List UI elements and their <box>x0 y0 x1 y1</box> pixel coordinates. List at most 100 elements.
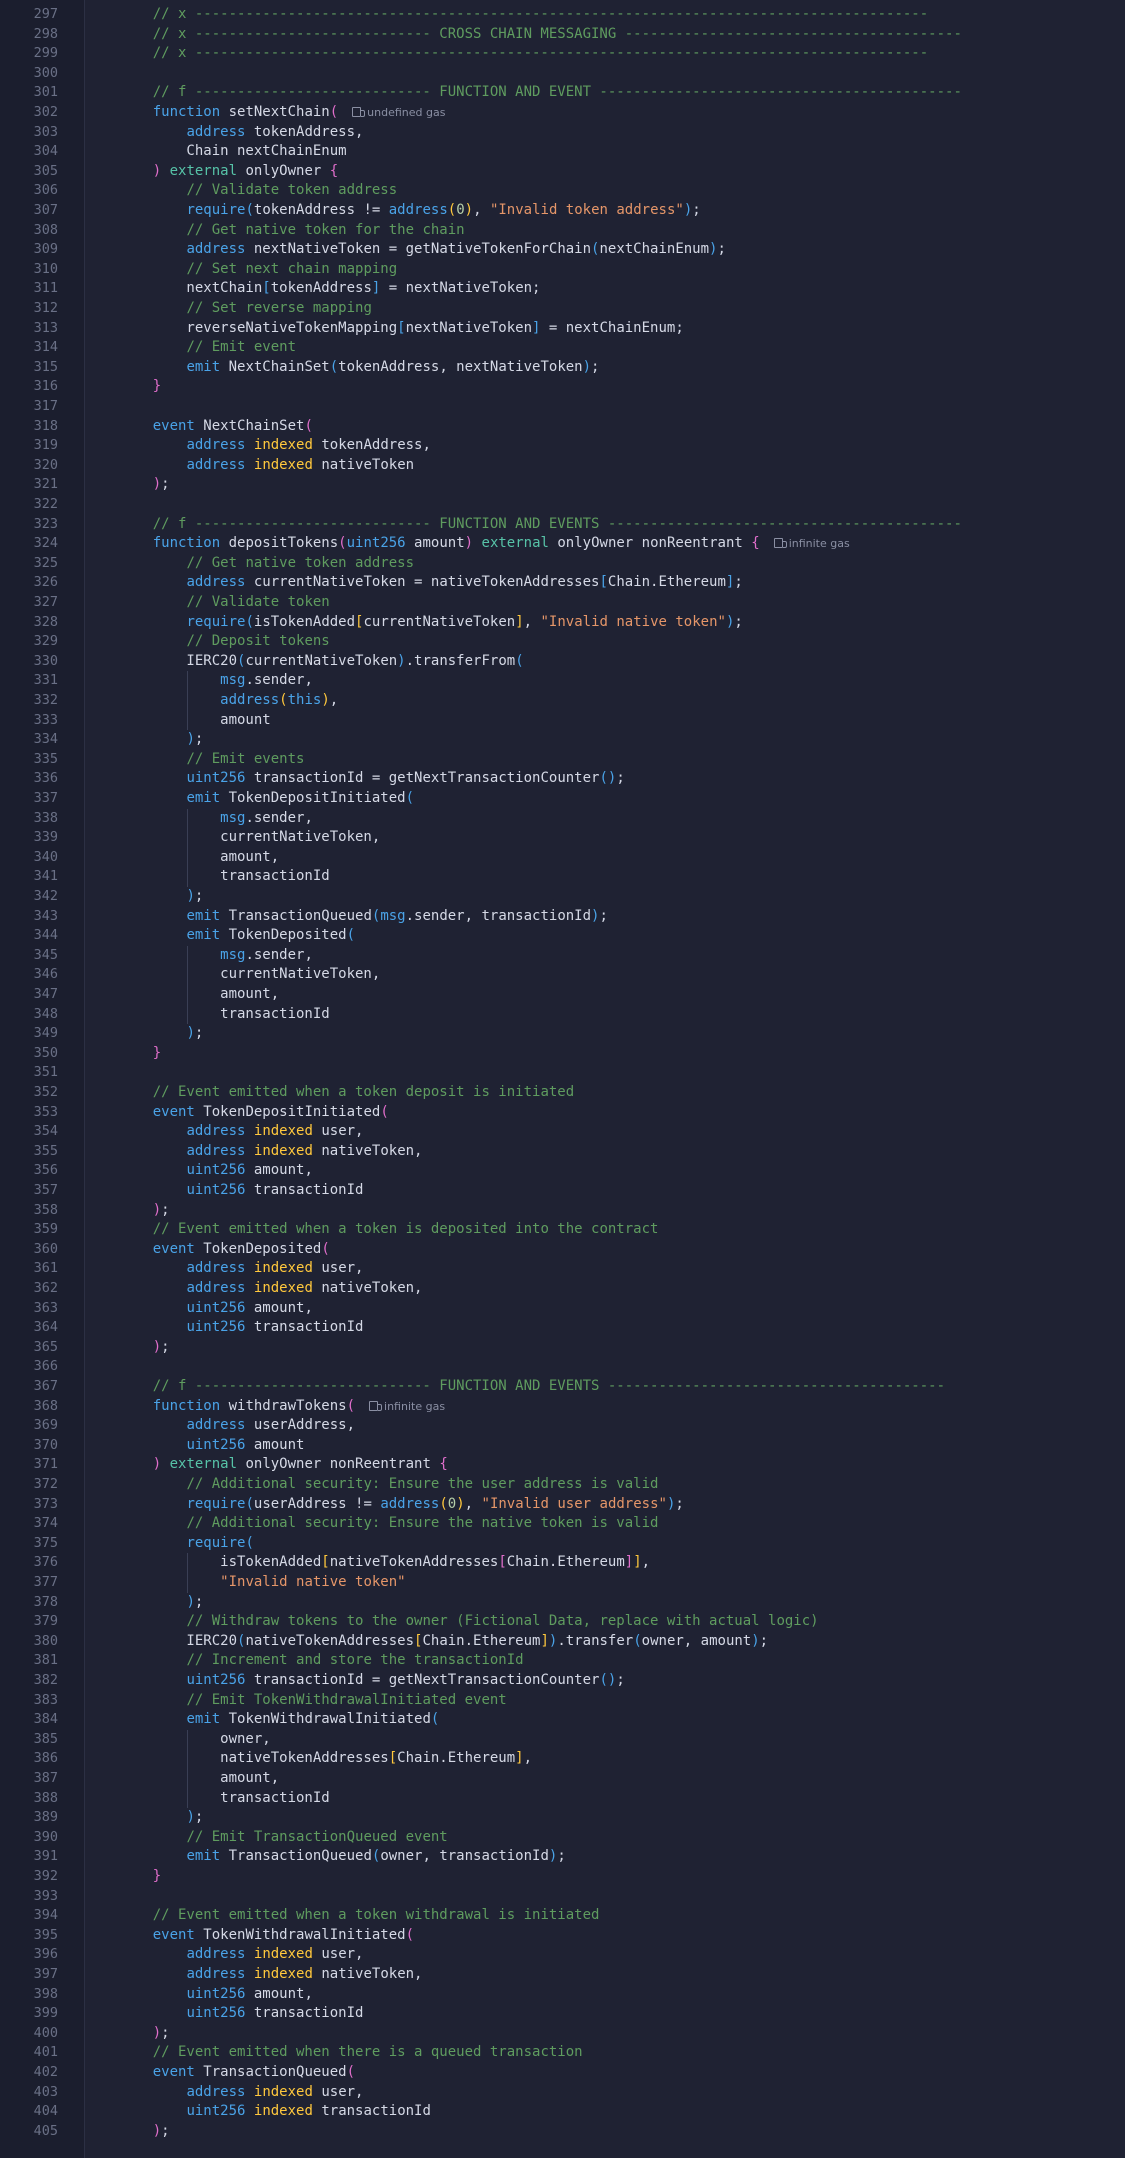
code-text[interactable]: amount, <box>119 985 279 1005</box>
code-text[interactable]: emit NextChainSet(tokenAddress, nextNati… <box>119 358 599 378</box>
code-text[interactable]: uint256 indexed transactionId <box>119 2102 430 2122</box>
code-line[interactable]: 303 address tokenAddress, <box>0 123 1125 143</box>
code-text[interactable]: address currentNativeToken = nativeToken… <box>119 573 742 593</box>
code-text[interactable]: emit TransactionQueued(owner, transactio… <box>119 1847 565 1867</box>
code-line[interactable]: 395 event TokenWithdrawalInitiated( <box>0 1926 1125 1946</box>
code-line[interactable]: 327 // Validate token <box>0 593 1125 613</box>
gas-estimate-hint[interactable]: infinite gas <box>773 534 850 554</box>
code-text[interactable]: emit TokenDepositInitiated( <box>119 789 414 809</box>
code-line[interactable]: 394 // Event emitted when a token withdr… <box>0 1906 1125 1926</box>
code-line[interactable]: 392 } <box>0 1867 1125 1887</box>
code-text[interactable]: reverseNativeTokenMapping[nextNativeToke… <box>119 319 683 339</box>
code-line[interactable]: 307 require(tokenAddress != address(0), … <box>0 201 1125 221</box>
code-line[interactable]: 329 // Deposit tokens <box>0 632 1125 652</box>
code-line[interactable]: 366 <box>0 1357 1125 1377</box>
code-line[interactable]: 360 event TokenDeposited( <box>0 1240 1125 1260</box>
code-line[interactable]: 305 ) external onlyOwner { <box>0 162 1125 182</box>
code-line[interactable]: 403 address indexed user, <box>0 2083 1125 2103</box>
code-line[interactable]: 324 function depositTokens(uint256 amoun… <box>0 534 1125 554</box>
code-line[interactable]: 368 function withdrawTokens(infinite gas <box>0 1397 1125 1417</box>
code-line[interactable]: 320 address indexed nativeToken <box>0 456 1125 476</box>
code-text[interactable]: emit TokenWithdrawalInitiated( <box>119 1710 439 1730</box>
code-line[interactable]: 311 nextChain[tokenAddress] = nextNative… <box>0 279 1125 299</box>
code-line[interactable]: 383 // Emit TokenWithdrawalInitiated eve… <box>0 1691 1125 1711</box>
code-text[interactable]: // Withdraw tokens to the owner (Fiction… <box>119 1612 818 1632</box>
code-line[interactable]: 374 // Additional security: Ensure the n… <box>0 1514 1125 1534</box>
code-line[interactable]: 370 uint256 amount <box>0 1436 1125 1456</box>
code-text[interactable]: event TokenDeposited( <box>119 1240 330 1260</box>
code-text[interactable]: event NextChainSet( <box>119 417 313 437</box>
code-text[interactable]: msg.sender, <box>119 946 313 966</box>
code-text[interactable]: // Emit event <box>119 338 296 358</box>
code-text[interactable]: "Invalid native token" <box>119 1573 405 1593</box>
code-text[interactable]: // x -----------------------------------… <box>119 5 928 25</box>
code-text[interactable]: address nextNativeToken = getNativeToken… <box>119 240 725 260</box>
code-line[interactable]: 350 } <box>0 1044 1125 1064</box>
code-line[interactable]: 387 amount, <box>0 1769 1125 1789</box>
code-text[interactable]: event TransactionQueued( <box>119 2063 355 2083</box>
code-text[interactable]: // f ---------------------------- FUNCTI… <box>119 83 962 103</box>
code-line[interactable]: 378 ); <box>0 1593 1125 1613</box>
code-line[interactable]: 385 owner, <box>0 1729 1125 1750</box>
code-text[interactable]: address indexed user, <box>119 1122 363 1142</box>
code-line[interactable]: 317 <box>0 397 1125 417</box>
code-text[interactable]: uint256 transactionId = getNextTransacti… <box>119 1671 624 1691</box>
code-line[interactable]: 302 function setNextChain(undefined gas <box>0 103 1125 123</box>
gas-estimate-hint[interactable]: undefined gas <box>352 103 445 123</box>
code-line[interactable]: 354 address indexed user, <box>0 1122 1125 1142</box>
code-line[interactable]: 398 uint256 amount, <box>0 1985 1125 2005</box>
code-line[interactable]: 322 <box>0 495 1125 515</box>
code-text[interactable]: address indexed nativeToken, <box>119 1279 422 1299</box>
code-line[interactable]: 372 // Additional security: Ensure the u… <box>0 1475 1125 1495</box>
code-line[interactable]: 331 msg.sender, <box>0 671 1125 691</box>
code-text[interactable]: msg.sender, <box>119 671 313 691</box>
code-line[interactable]: 369 address userAddress, <box>0 1416 1125 1436</box>
code-line[interactable]: 337 emit TokenDepositInitiated( <box>0 789 1125 809</box>
code-line[interactable]: 356 uint256 amount, <box>0 1161 1125 1181</box>
code-line[interactable]: 333 amount <box>0 710 1125 731</box>
code-text[interactable]: ); <box>119 475 170 495</box>
code-line[interactable]: 381 // Increment and store the transacti… <box>0 1651 1125 1671</box>
code-text[interactable]: // Event emitted when a token withdrawal… <box>119 1906 600 1926</box>
code-text[interactable]: // f ---------------------------- FUNCTI… <box>119 1377 945 1397</box>
code-text[interactable]: currentNativeToken, <box>119 965 380 985</box>
code-text[interactable]: // Validate token <box>119 593 329 613</box>
code-line[interactable]: 362 address indexed nativeToken, <box>0 1279 1125 1299</box>
code-text[interactable]: amount, <box>119 848 279 868</box>
gas-estimate-hint[interactable]: infinite gas <box>369 1397 445 1417</box>
code-line[interactable]: 318 event NextChainSet( <box>0 417 1125 437</box>
code-text[interactable]: ); <box>119 1338 170 1358</box>
code-text[interactable]: uint256 amount <box>119 1436 304 1456</box>
code-line[interactable]: 391 emit TransactionQueued(owner, transa… <box>0 1847 1125 1867</box>
code-line[interactable]: 375 require( <box>0 1534 1125 1554</box>
code-line[interactable]: 301 // f ---------------------------- FU… <box>0 83 1125 103</box>
code-text[interactable]: // Set reverse mapping <box>119 299 371 319</box>
code-text[interactable]: // Validate token address <box>119 181 397 201</box>
code-line[interactable]: 323 // f ---------------------------- FU… <box>0 515 1125 535</box>
code-text[interactable]: ) external onlyOwner { <box>119 162 338 182</box>
code-line[interactable]: 310 // Set next chain mapping <box>0 260 1125 280</box>
code-line[interactable]: 386 nativeTokenAddresses[Chain.Ethereum]… <box>0 1749 1125 1769</box>
code-line[interactable]: 321 ); <box>0 475 1125 495</box>
code-text[interactable]: transactionId <box>119 867 330 887</box>
code-line[interactable]: 399 uint256 transactionId <box>0 2004 1125 2024</box>
code-text[interactable]: // Increment and store the transactionId <box>119 1651 523 1671</box>
code-text[interactable]: // Event emitted when a token is deposit… <box>119 1220 659 1240</box>
code-line[interactable]: 332 address(this), <box>0 691 1125 711</box>
code-line[interactable]: 380 IERC20(nativeTokenAddresses[Chain.Et… <box>0 1632 1125 1652</box>
code-line[interactable]: 371 ) external onlyOwner nonReentrant { <box>0 1455 1125 1475</box>
code-text[interactable]: transactionId <box>119 1789 330 1809</box>
code-line[interactable]: 352 // Event emitted when a token deposi… <box>0 1083 1125 1103</box>
code-text[interactable]: ); <box>119 1808 203 1828</box>
code-line[interactable]: 382 uint256 transactionId = getNextTrans… <box>0 1671 1125 1691</box>
code-line[interactable]: 314 // Emit event <box>0 338 1125 358</box>
code-text[interactable]: nativeTokenAddresses[Chain.Ethereum], <box>119 1749 532 1769</box>
code-text[interactable]: // Emit TokenWithdrawalInitiated event <box>119 1691 506 1711</box>
code-text[interactable]: uint256 transactionId <box>119 1318 363 1338</box>
code-text[interactable]: function depositTokens(uint256 amount) e… <box>119 534 850 554</box>
code-line[interactable]: 400 ); <box>0 2024 1125 2044</box>
code-line[interactable]: 312 // Set reverse mapping <box>0 299 1125 319</box>
code-line[interactable]: 364 uint256 transactionId <box>0 1318 1125 1338</box>
code-line[interactable]: 348 transactionId <box>0 1004 1125 1025</box>
code-line[interactable]: 355 address indexed nativeToken, <box>0 1142 1125 1162</box>
